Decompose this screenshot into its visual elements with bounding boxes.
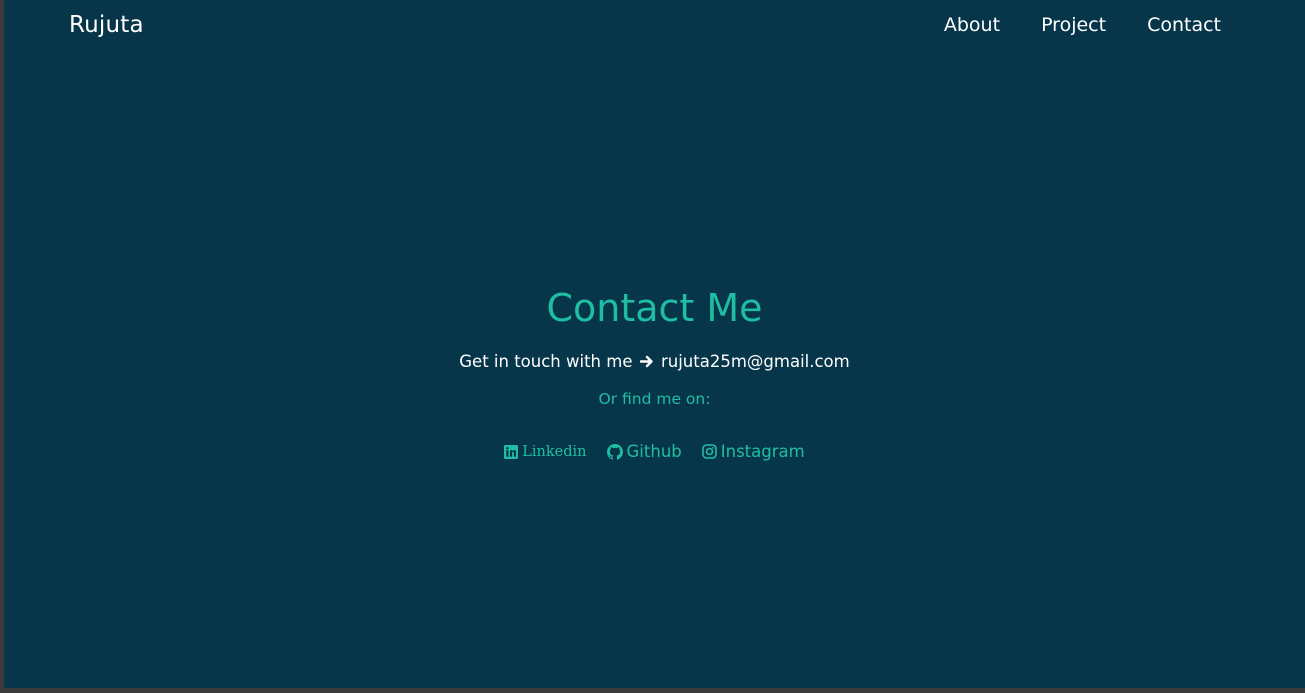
social-links: Linkedin Github Instagram — [4, 442, 1305, 461]
arrow-right-icon — [639, 352, 654, 371]
touch-line: Get in touch with me rujuta25m@gmail.com — [4, 352, 1305, 371]
github-link[interactable]: Github — [606, 442, 682, 461]
instagram-link[interactable]: Instagram — [701, 442, 805, 461]
brand-logo-link[interactable]: Rujuta — [69, 12, 144, 38]
github-icon — [606, 443, 623, 460]
nav-contact-link[interactable]: Contact — [1147, 14, 1221, 36]
find-me-text: Or find me on: — [598, 390, 711, 408]
main-nav: About Project Contact — [944, 14, 1221, 36]
linkedin-link[interactable]: Linkedin — [504, 442, 587, 461]
linkedin-label: Linkedin — [522, 443, 587, 460]
nav-about-link[interactable]: About — [944, 14, 1000, 36]
contact-title: Contact Me — [546, 286, 763, 330]
instagram-icon — [701, 444, 717, 459]
linkedin-icon — [504, 444, 519, 459]
page: Rujuta About Project Contact Contact Me … — [4, 0, 1305, 688]
github-label: Github — [626, 442, 682, 461]
touch-text: Get in touch with me — [459, 352, 633, 371]
nav-project-link[interactable]: Project — [1041, 14, 1106, 36]
instagram-label: Instagram — [720, 442, 805, 461]
email-link[interactable]: rujuta25m@gmail.com — [661, 352, 850, 371]
